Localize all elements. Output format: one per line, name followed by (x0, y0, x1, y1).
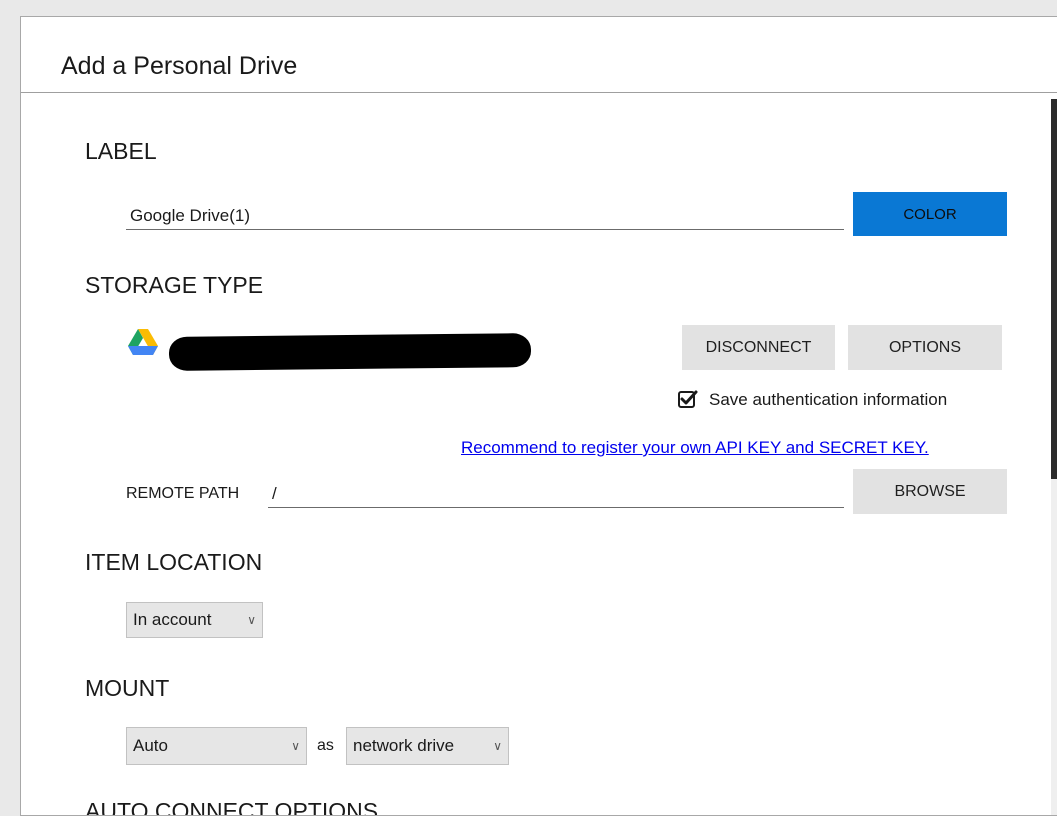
chevron-down-icon: ∨ (291, 739, 300, 753)
checked-checkbox-icon[interactable] (677, 389, 699, 411)
browse-button[interactable]: BROWSE (853, 469, 1007, 514)
color-button[interactable]: COLOR (853, 192, 1007, 236)
chevron-down-icon: ∨ (247, 613, 256, 627)
chevron-down-icon: ∨ (493, 739, 502, 753)
label-input[interactable] (126, 202, 844, 230)
remote-path-label: REMOTE PATH (126, 485, 240, 502)
google-drive-icon (128, 329, 158, 355)
dialog-title: Add a Personal Drive (61, 52, 298, 80)
options-button[interactable]: OPTIONS (848, 325, 1002, 370)
mount-mode-value: Auto (133, 736, 168, 755)
register-api-key-link[interactable]: Recommend to register your own API KEY a… (461, 438, 929, 458)
save-auth-label: Save authentication information (709, 390, 948, 409)
add-personal-drive-dialog: Add a Personal Drive LABEL COLOR STORAGE… (20, 16, 1057, 816)
auto-connect-section-heading: AUTO CONNECT OPTIONS (85, 798, 379, 816)
label-section-heading: LABEL (85, 138, 157, 164)
mount-type-select[interactable]: network drive ∨ (346, 727, 509, 765)
disconnect-button[interactable]: DISCONNECT (682, 325, 835, 370)
mount-mode-select[interactable]: Auto ∨ (126, 727, 307, 765)
save-auth-checkbox-row[interactable]: Save authentication information (677, 389, 947, 411)
item-location-select[interactable]: In account ∨ (126, 602, 263, 638)
storage-type-section-heading: STORAGE TYPE (85, 272, 264, 298)
mount-type-value: network drive (353, 736, 455, 755)
scrollbar-thumb[interactable] (1051, 99, 1057, 479)
item-location-section-heading: ITEM LOCATION (85, 549, 263, 575)
mount-section-heading: MOUNT (85, 675, 170, 701)
dialog-title-bar: Add a Personal Drive (21, 17, 1057, 93)
mount-as-label: as (317, 737, 334, 754)
item-location-value: In account (133, 610, 212, 629)
redacted-account-name (168, 333, 532, 371)
remote-path-input[interactable] (268, 480, 844, 508)
